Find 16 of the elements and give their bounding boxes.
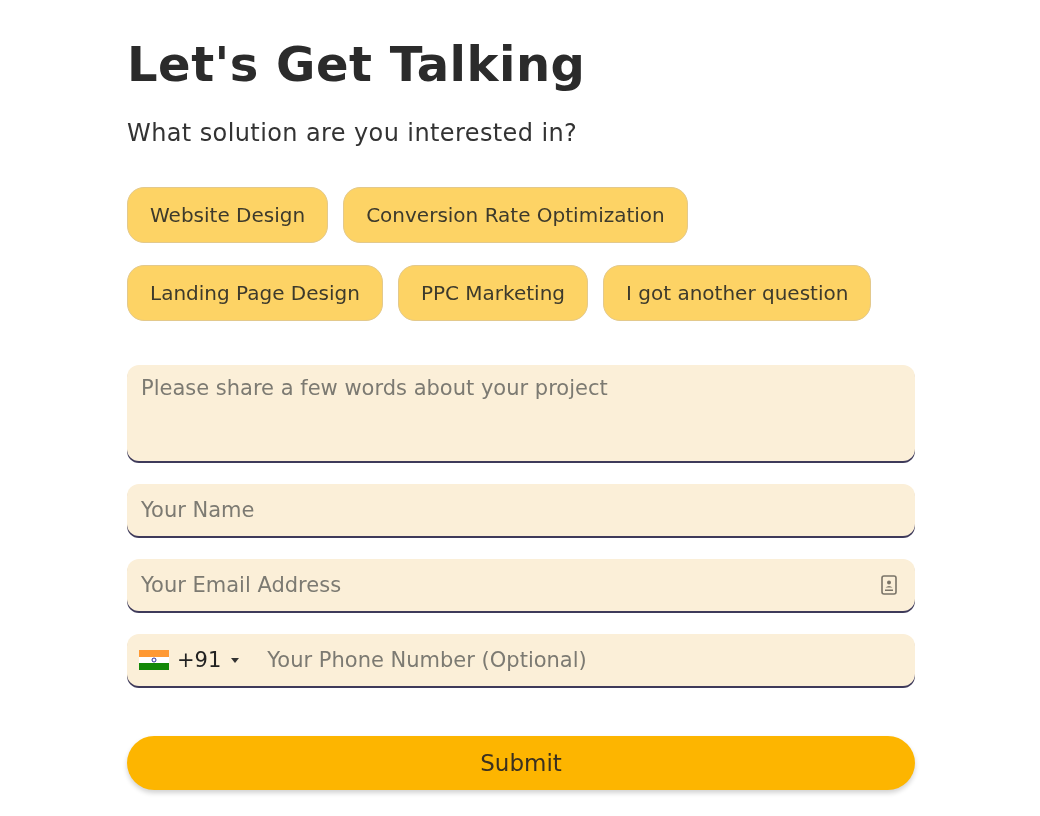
- contact-card-icon: [881, 575, 897, 595]
- option-chip[interactable]: PPC Marketing: [397, 265, 588, 321]
- option-chip[interactable]: Website Design: [127, 187, 329, 243]
- page-heading: Let's Get Talking: [127, 35, 587, 94]
- option-chip[interactable]: Landing Page Design: [127, 265, 383, 321]
- question-text: What solution are you interested in?: [127, 118, 579, 148]
- country-code-selector[interactable]: +91: [139, 648, 240, 672]
- phone-field[interactable]: +91 Your Phone Number (Optional): [127, 634, 915, 686]
- project-textarea[interactable]: Please share a few words about your project: [127, 365, 915, 461]
- submit-button[interactable]: Submit: [127, 736, 915, 790]
- name-input[interactable]: Your Name: [127, 484, 915, 536]
- phone-input[interactable]: Your Phone Number (Optional): [267, 634, 901, 686]
- flag-icon: [139, 650, 169, 670]
- option-chip[interactable]: I got another question: [603, 265, 872, 321]
- caret-icon: [231, 657, 240, 663]
- option-chip[interactable]: Conversion Rate Optimization: [343, 187, 688, 243]
